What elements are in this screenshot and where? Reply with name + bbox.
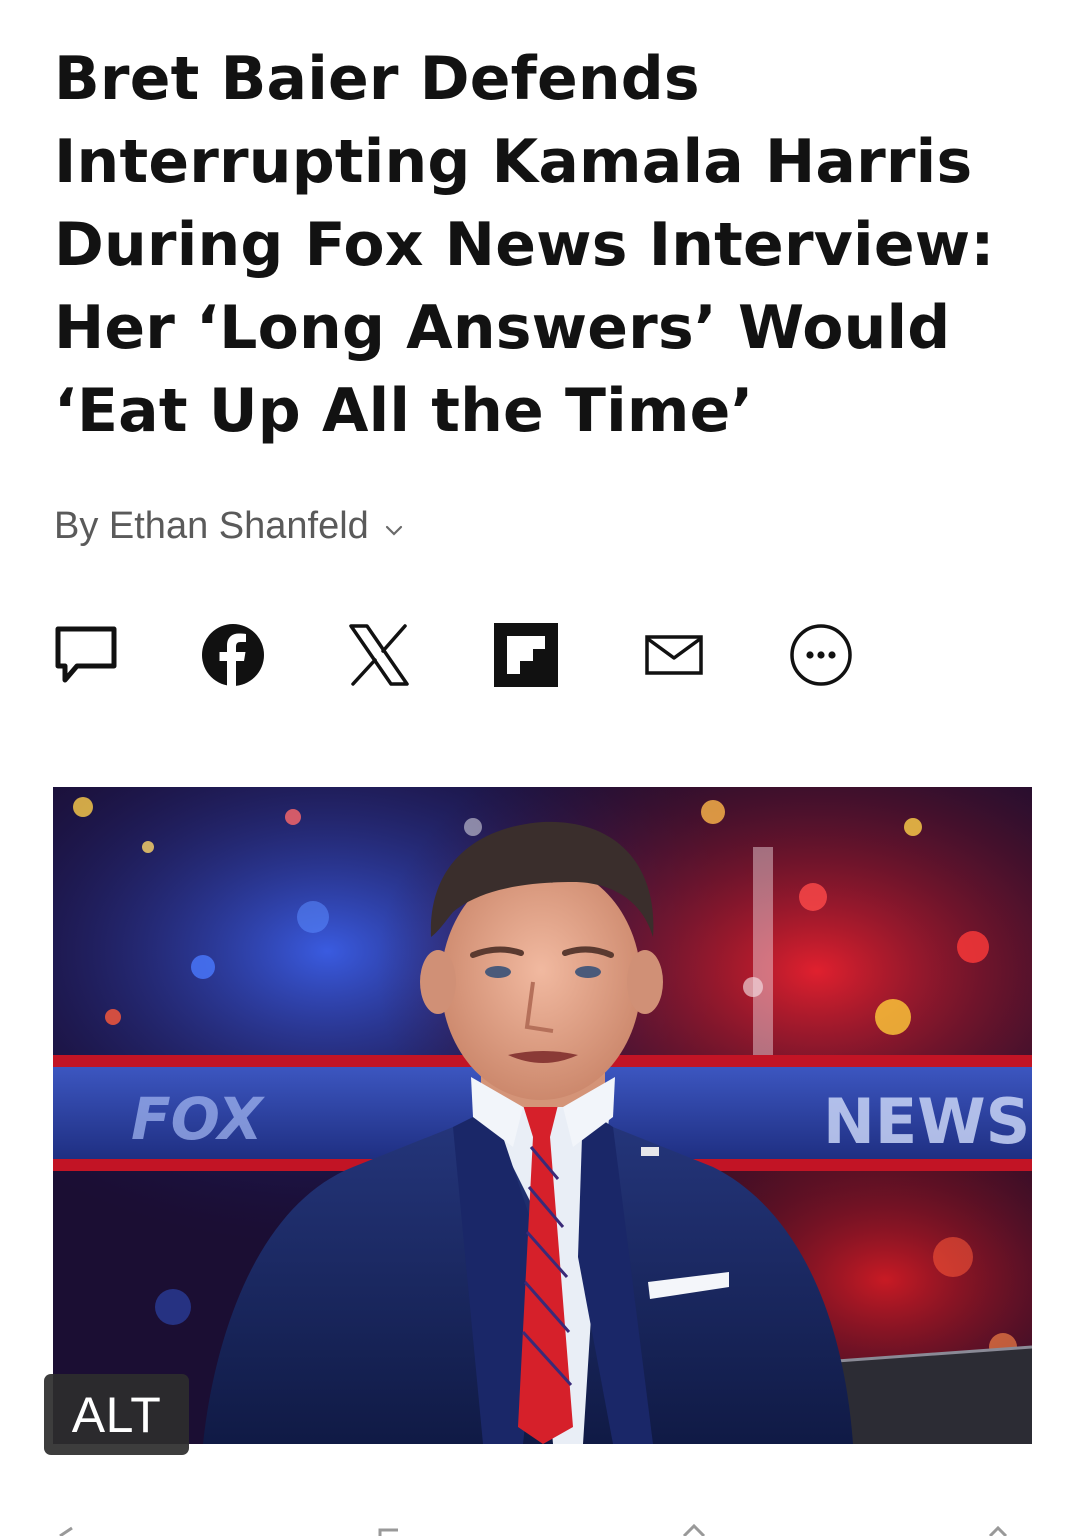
more-icon[interactable] [788, 620, 854, 690]
comment-icon[interactable] [52, 620, 120, 690]
author-byline[interactable]: By Ethan Shanfeld [54, 505, 405, 548]
alt-badge[interactable]: ALT [44, 1374, 189, 1455]
headline-line: Bret Baier Defends [54, 44, 700, 114]
backdrop-text-right: NEWS [823, 1085, 1030, 1158]
email-icon[interactable] [644, 620, 704, 690]
bottom-toolbar-edge [0, 1520, 1082, 1538]
x-icon[interactable] [346, 620, 412, 690]
facebook-icon[interactable] [200, 620, 266, 690]
article-headline: Bret Baier Defends Interrupting Kamala H… [54, 38, 1044, 453]
headline-line: ‘Eat Up All the Time’ [54, 376, 754, 446]
headline-line: Her ‘Long Answers’ Would [54, 293, 951, 363]
headline-line: During Fox News Interview: [54, 210, 995, 280]
anchor-photo: FOX NEWS [53, 787, 1032, 1444]
chevron-down-icon [385, 525, 402, 536]
flipboard-icon[interactable] [494, 620, 558, 690]
share-bar [0, 620, 1082, 695]
backdrop-text-left: FOX [131, 1085, 266, 1153]
hero-image[interactable]: FOX NEWS [53, 787, 1032, 1444]
headline-line: Interrupting Kamala Harris [54, 127, 973, 197]
author-name: By Ethan Shanfeld [54, 505, 369, 547]
